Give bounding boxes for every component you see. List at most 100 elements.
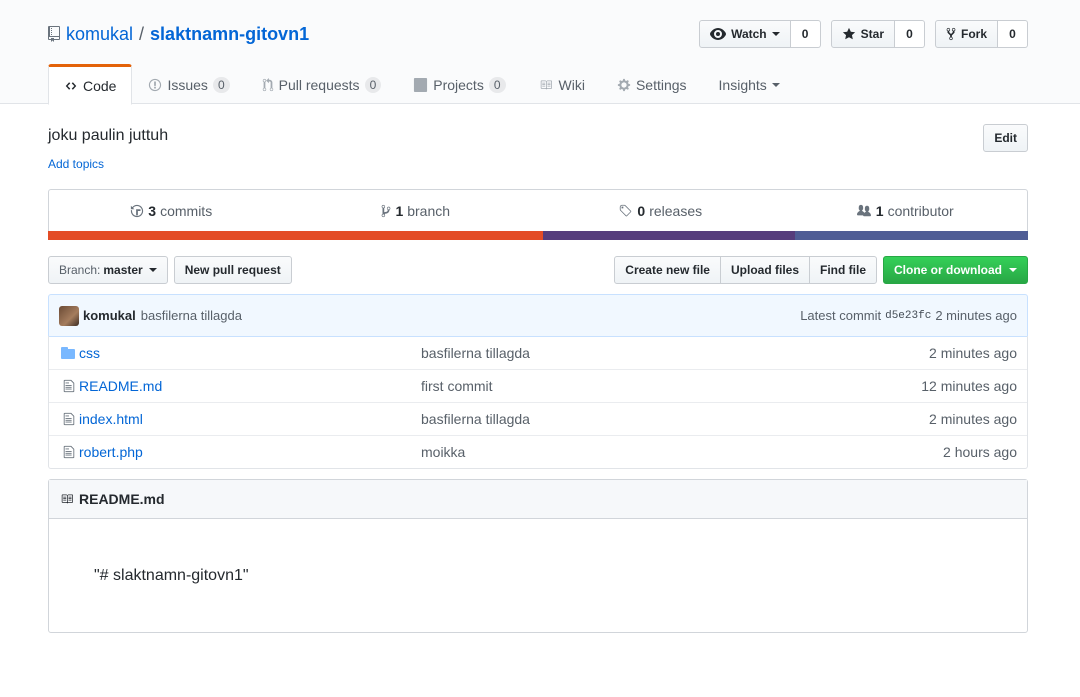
file-commit-message[interactable]: moikka bbox=[421, 444, 943, 460]
branch-label: branch bbox=[407, 203, 451, 219]
branch-icon bbox=[382, 204, 391, 218]
pull-request-icon bbox=[262, 78, 273, 92]
watch-label: Watch bbox=[731, 27, 767, 41]
repo-owner-link[interactable]: komukal bbox=[66, 24, 133, 45]
tab-settings[interactable]: Settings bbox=[601, 64, 703, 104]
tab-pull-requests[interactable]: Pull requests 0 bbox=[246, 64, 398, 104]
latest-commit-bar: komukal basfilerna tillagda Latest commi… bbox=[48, 294, 1028, 337]
tab-issues[interactable]: Issues 0 bbox=[132, 64, 245, 104]
readme-content: "# slaktnamn-gitovn1" bbox=[94, 567, 249, 584]
path-separator: / bbox=[139, 23, 145, 44]
gear-icon bbox=[617, 78, 631, 92]
file-age: 2 minutes ago bbox=[929, 411, 1017, 427]
language-bar-segment[interactable] bbox=[542, 231, 795, 240]
tab-settings-label: Settings bbox=[635, 77, 687, 93]
commit-message[interactable]: basfilerna tillagda bbox=[141, 308, 242, 323]
tab-pull-requests-label: Pull requests bbox=[278, 77, 360, 93]
projects-counter: 0 bbox=[488, 77, 506, 93]
tab-code[interactable]: Code bbox=[48, 64, 133, 105]
commit-author[interactable]: komukal bbox=[83, 308, 136, 323]
eye-icon bbox=[710, 28, 727, 40]
issues-counter: 0 bbox=[212, 77, 230, 93]
star-button[interactable]: Star bbox=[830, 20, 895, 48]
file-name-link[interactable]: README.md bbox=[79, 378, 421, 394]
history-icon bbox=[131, 204, 144, 218]
branch-prefix: Branch: bbox=[59, 263, 101, 277]
file-name-link[interactable]: robert.php bbox=[79, 444, 421, 460]
repo-title: komukal / slaktnamn-gitovn1 bbox=[48, 22, 309, 46]
new-pull-request-button[interactable]: New pull request bbox=[173, 256, 292, 284]
readme-header: README.md bbox=[49, 480, 1027, 519]
repo-name-link[interactable]: slaktnamn-gitovn1 bbox=[150, 24, 309, 45]
star-icon bbox=[842, 27, 855, 40]
find-file-button[interactable]: Find file bbox=[809, 256, 877, 284]
create-new-file-button[interactable]: Create new file bbox=[614, 256, 721, 284]
readme-filename: README.md bbox=[79, 491, 165, 507]
commits-count: 3 bbox=[148, 203, 157, 219]
people-icon bbox=[856, 204, 871, 217]
fork-count[interactable]: 0 bbox=[998, 20, 1028, 48]
table-row: robert.php moikka 2 hours ago bbox=[49, 435, 1027, 468]
language-bar[interactable] bbox=[48, 231, 1028, 240]
repo-icon bbox=[48, 26, 60, 42]
file-age: 12 minutes ago bbox=[921, 378, 1017, 394]
file-icon bbox=[63, 412, 75, 426]
commit-meta: Latest commit d5e23fc 2 minutes ago bbox=[800, 308, 1017, 323]
tag-icon bbox=[620, 204, 632, 217]
commit-sha[interactable]: d5e23fc bbox=[885, 310, 931, 322]
project-icon bbox=[414, 78, 428, 92]
repo-header: komukal / slaktnamn-gitovn1 Watch 0 Star… bbox=[0, 0, 1080, 105]
edit-description-button[interactable]: Edit bbox=[983, 124, 1028, 152]
file-icon bbox=[63, 445, 75, 459]
book-icon bbox=[540, 80, 552, 90]
file-list: css basfilerna tillagda 2 minutes ago RE… bbox=[48, 336, 1028, 469]
watch-count[interactable]: 0 bbox=[790, 20, 821, 48]
branch-select-button[interactable]: Branch: master bbox=[48, 256, 168, 284]
file-name-link[interactable]: index.html bbox=[79, 411, 421, 427]
star-group: Star 0 bbox=[830, 20, 925, 48]
fork-button[interactable]: Fork bbox=[934, 20, 998, 48]
repo-description: joku paulin juttuh bbox=[48, 127, 169, 144]
tab-insights[interactable]: Insights bbox=[703, 64, 796, 104]
file-commit-message[interactable]: basfilerna tillagda bbox=[421, 345, 929, 361]
fork-group: Fork 0 bbox=[934, 20, 1028, 48]
issue-icon bbox=[149, 78, 162, 92]
upload-files-button[interactable]: Upload files bbox=[719, 256, 810, 284]
book-icon bbox=[61, 494, 73, 504]
chevron-down-icon bbox=[148, 268, 157, 272]
repo-actions: Watch 0 Star 0 Fork 0 bbox=[699, 20, 1028, 48]
branches-summary[interactable]: 1 branch bbox=[294, 190, 539, 232]
language-bar-segment[interactable] bbox=[48, 231, 543, 240]
branch-name: master bbox=[103, 263, 143, 277]
chevron-down-icon bbox=[771, 83, 780, 87]
file-name-link[interactable]: css bbox=[79, 345, 421, 361]
watch-button[interactable]: Watch bbox=[699, 20, 791, 48]
table-row: css basfilerna tillagda 2 minutes ago bbox=[49, 336, 1027, 369]
tab-projects-label: Projects bbox=[433, 77, 484, 93]
file-commit-message[interactable]: basfilerna tillagda bbox=[421, 411, 929, 427]
star-count[interactable]: 0 bbox=[894, 20, 925, 48]
table-row: README.md first commit 12 minutes ago bbox=[49, 369, 1027, 402]
tab-projects[interactable]: Projects 0 bbox=[397, 64, 521, 104]
releases-summary[interactable]: 0 releases bbox=[538, 190, 783, 232]
tab-insights-label: Insights bbox=[718, 77, 767, 93]
contributors-summary[interactable]: 1 contributor bbox=[783, 190, 1028, 232]
commit-age: 2 minutes ago bbox=[935, 308, 1017, 323]
file-commit-message[interactable]: first commit bbox=[421, 378, 921, 394]
repo-nav: Code Issues 0 Pull requests 0 Projects 0… bbox=[48, 64, 796, 105]
add-topics-link[interactable]: Add topics bbox=[48, 157, 104, 171]
language-bar-segment[interactable] bbox=[794, 231, 1028, 240]
tab-wiki-label: Wiki bbox=[558, 77, 585, 93]
tab-wiki[interactable]: Wiki bbox=[522, 64, 601, 104]
releases-label: releases bbox=[649, 203, 703, 219]
pulls-counter: 0 bbox=[364, 77, 382, 93]
tab-code-label: Code bbox=[83, 77, 117, 94]
avatar[interactable] bbox=[59, 305, 79, 326]
tab-issues-label: Issues bbox=[167, 77, 208, 93]
commits-summary[interactable]: 3 commits bbox=[49, 190, 294, 232]
file-age: 2 hours ago bbox=[943, 444, 1017, 460]
code-icon bbox=[65, 81, 77, 90]
file-age: 2 minutes ago bbox=[929, 344, 1017, 361]
watch-group: Watch 0 bbox=[699, 20, 821, 48]
clone-or-download-button[interactable]: Clone or download bbox=[883, 256, 1028, 284]
